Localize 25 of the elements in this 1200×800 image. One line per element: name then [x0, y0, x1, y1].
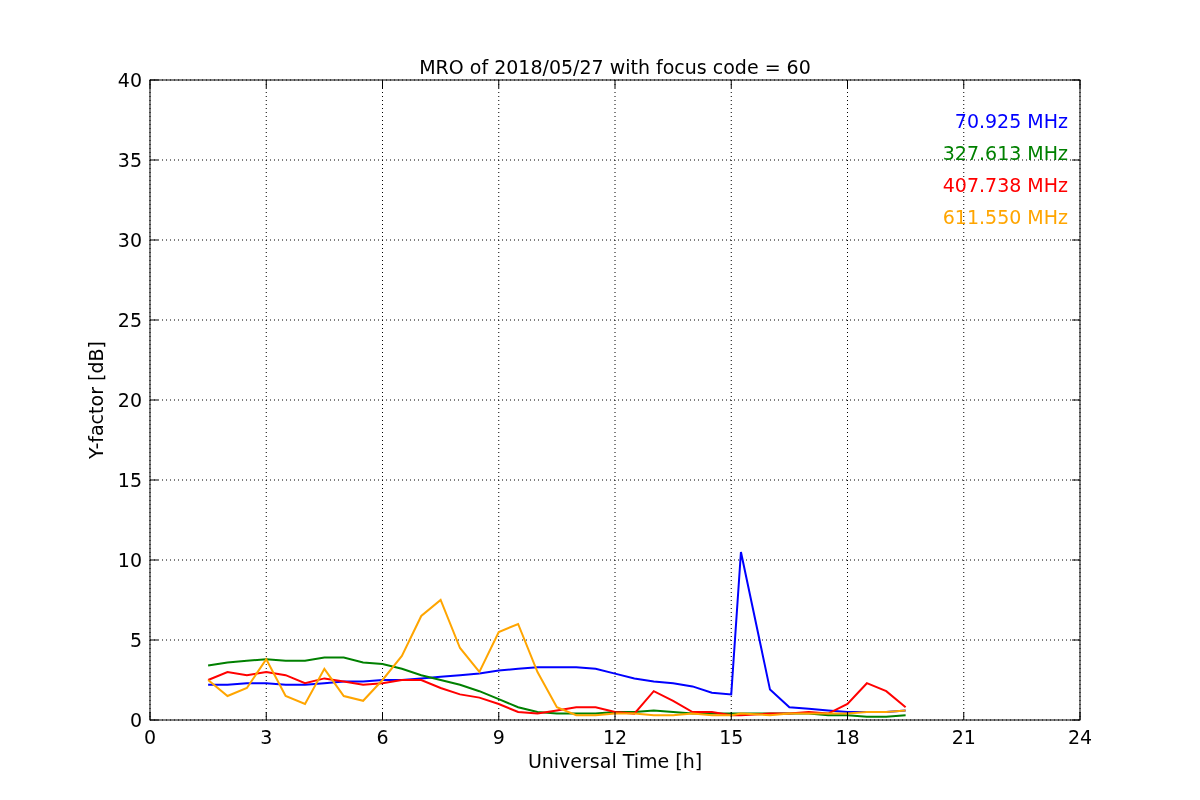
chart-title: MRO of 2018/05/27 with focus code = 60 [419, 56, 811, 78]
x-tick-label: 9 [492, 726, 505, 748]
x-tick-label: 18 [835, 726, 860, 748]
x-tick-label: 12 [602, 726, 628, 748]
y-tick-label: 10 [117, 549, 142, 571]
y-tick-label: 20 [117, 389, 142, 411]
y-tick-label: 15 [117, 469, 142, 491]
x-axis-label: Universal Time [h] [527, 750, 703, 772]
y-tick-label: 40 [117, 69, 142, 91]
y-tick-label: 5 [129, 629, 142, 651]
legend-label: 70.925 MHz [954, 110, 1068, 132]
x-tick-label: 21 [951, 726, 976, 748]
legend-label: 327.613 MHz [942, 142, 1068, 164]
x-tick-label: 24 [1067, 726, 1093, 748]
x-tick-label: 15 [719, 726, 744, 748]
x-tick-label: 3 [260, 726, 273, 748]
y-tick-label: 25 [117, 309, 142, 331]
y-axis-label: Y-factor [dB] [85, 341, 107, 459]
legend-label: 407.738 MHz [942, 174, 1068, 196]
x-tick-label: 0 [143, 726, 157, 748]
y-tick-label: 35 [117, 149, 142, 171]
y-tick-label: 0 [129, 709, 142, 731]
legend-label: 611.550 MHz [942, 206, 1068, 228]
y-tick-label: 30 [117, 229, 142, 251]
x-tick-label: 6 [376, 726, 389, 748]
